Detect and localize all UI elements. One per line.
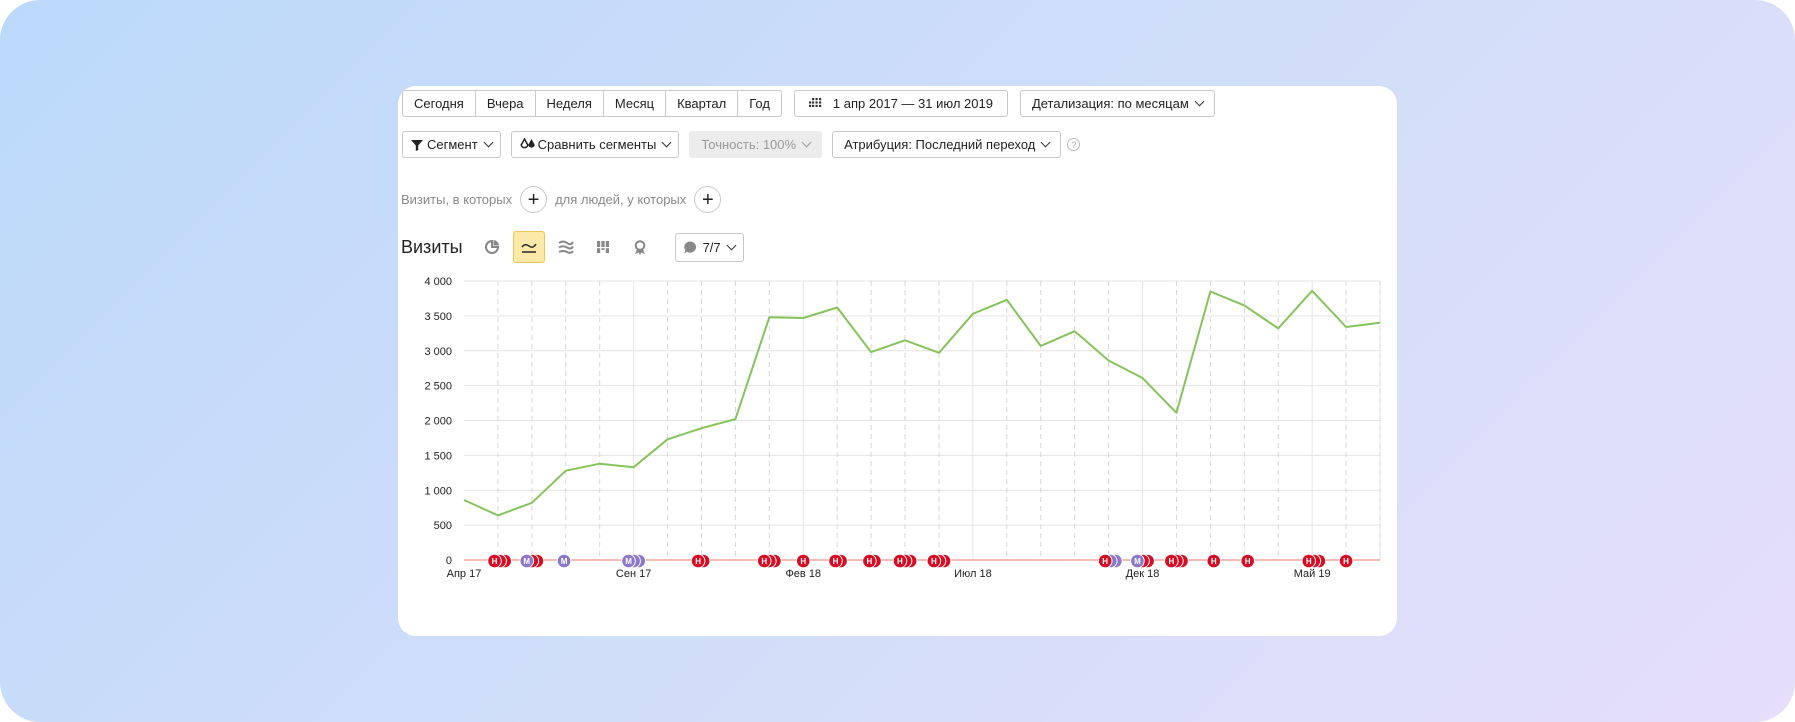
- x-tick-label: Сен 17: [616, 568, 651, 580]
- comment-icon: [683, 240, 696, 253]
- period-today-button[interactable]: Сегодня: [402, 90, 476, 117]
- notes-count: 7/7: [702, 239, 721, 255]
- period-month-button[interactable]: Месяц: [603, 90, 667, 117]
- background-frame: Сегодня Вчера Неделя Месяц Квартал Год 1…: [0, 0, 1795, 722]
- y-tick-label: 2 500: [424, 381, 452, 393]
- attribution-label: Атрибуция: Последний переход: [844, 137, 1036, 152]
- compare-segments-label: Сравнить сегменты: [537, 137, 657, 152]
- y-tick-label: 500: [434, 520, 452, 532]
- x-tick-label: Дек 18: [1126, 568, 1160, 580]
- note-marker-label: Н: [1306, 557, 1312, 566]
- calendar-icon: [808, 97, 822, 107]
- line-chart-icon: [520, 243, 537, 253]
- report-header: Визиты 7/7: [401, 231, 744, 263]
- y-tick-label: 3 500: [424, 311, 452, 323]
- pie-chart-icon: [484, 240, 499, 254]
- report-card: Сегодня Вчера Неделя Месяц Квартал Год 1…: [398, 86, 1397, 636]
- note-marker-label: Н: [761, 557, 767, 566]
- note-marker-label: Н: [1168, 557, 1174, 566]
- note-marker-label: Н: [931, 557, 937, 566]
- chevron-down-icon: [1040, 137, 1051, 148]
- bar-chart-button[interactable]: [587, 231, 619, 263]
- date-range-label: 1 апр 2017 — 31 июл 2019: [832, 96, 993, 111]
- y-tick-label: 2 000: [424, 416, 452, 428]
- period-toolbar: Сегодня Вчера Неделя Месяц Квартал Год 1…: [402, 90, 1215, 117]
- add-people-condition-button[interactable]: +: [694, 186, 722, 213]
- note-marker-label: М: [561, 557, 568, 566]
- chart-type-switcher: [476, 231, 656, 263]
- accuracy-dropdown[interactable]: Точность: 100%: [689, 131, 823, 158]
- y-tick-label: 0: [446, 555, 452, 567]
- compare-segments-icon: [520, 138, 535, 149]
- visits-line-chart: 05001 0001 5002 0002 5003 0003 5004 000 …: [424, 276, 1381, 580]
- map-button[interactable]: [624, 231, 656, 263]
- area-chart-button[interactable]: [550, 231, 582, 263]
- period-week-button[interactable]: Неделя: [535, 90, 604, 117]
- accuracy-label: Точность: 100%: [701, 137, 797, 152]
- chart-grid: [464, 280, 1381, 560]
- x-tick-label: Фев 18: [785, 568, 821, 580]
- note-marker-label: М: [625, 557, 632, 566]
- report-title: Визиты: [401, 236, 463, 257]
- segment-label: Сегмент: [427, 137, 478, 152]
- note-marker-label: Н: [897, 557, 903, 566]
- note-marker-label: Н: [492, 557, 498, 566]
- people-condition-label: для людей, у которых: [555, 192, 687, 207]
- line-chart-button[interactable]: [512, 231, 545, 263]
- chevron-down-icon: [483, 137, 494, 148]
- note-marker-label: М: [1134, 557, 1141, 566]
- chevron-down-icon: [726, 240, 737, 250]
- detail-label: Детализация: по месяцам: [1031, 96, 1189, 111]
- compare-segments-button[interactable]: Сравнить сегменты: [510, 131, 680, 158]
- help-icon[interactable]: ?: [1067, 138, 1081, 151]
- note-marker-label: Н: [1211, 557, 1217, 566]
- notes-dropdown[interactable]: 7/7: [674, 232, 744, 262]
- y-axis: 0 500 1 000 1 500 2 000 2 500 3 000 3 500 4 000: [424, 276, 452, 567]
- segment-toolbar: Сегмент Сравнить сегменты Точность: 100%…: [402, 131, 1081, 158]
- chevron-down-icon: [661, 137, 672, 148]
- bar-chart-icon: [596, 241, 609, 253]
- detail-dropdown[interactable]: Детализация: по месяцам: [1019, 90, 1215, 117]
- pie-chart-button[interactable]: [476, 231, 508, 263]
- note-marker-label: Н: [1102, 557, 1108, 566]
- segment-builder: Визиты, в которых + для людей, у которых…: [401, 186, 722, 213]
- period-yesterday-button[interactable]: Вчера: [475, 90, 536, 117]
- period-year-button[interactable]: Год: [738, 90, 782, 117]
- area-chart-icon: [557, 240, 574, 254]
- y-tick-label: 4 000: [424, 276, 452, 288]
- x-axis: Апр 17 Сен 17 Фев 18 Июл 18 Дек 18 Май 19: [447, 568, 1331, 580]
- note-marker-label: Н: [833, 557, 839, 566]
- chart-series: [463, 289, 1381, 517]
- note-marker-label: Н: [695, 557, 701, 566]
- note-marker-label: Н: [1343, 557, 1349, 566]
- y-tick-label: 1 000: [424, 485, 452, 497]
- x-tick-label: Май 19: [1294, 568, 1331, 580]
- note-marker-label: Н: [800, 557, 806, 566]
- visits-condition-label: Визиты, в которых: [401, 192, 513, 207]
- x-tick-label: Апр 17: [447, 568, 482, 580]
- note-marker-label: Н: [867, 557, 873, 566]
- chart-notes: НННННМННННННННМММН: [487, 553, 1354, 569]
- period-button-group: Сегодня Вчера Неделя Месяц Квартал Год: [402, 90, 782, 117]
- chevron-down-icon: [1194, 96, 1205, 107]
- attribution-dropdown[interactable]: Атрибуция: Последний переход: [832, 131, 1062, 158]
- map-icon: [634, 239, 645, 255]
- chevron-down-icon: [801, 137, 812, 148]
- segment-button[interactable]: Сегмент: [402, 131, 501, 158]
- period-quarter-button[interactable]: Квартал: [666, 90, 739, 117]
- y-tick-label: 3 000: [424, 346, 452, 358]
- add-visit-condition-button[interactable]: +: [520, 186, 548, 213]
- visits-series-line: [463, 289, 1381, 517]
- filter-icon: [411, 139, 423, 151]
- note-marker-label: Н: [1245, 557, 1251, 566]
- note-marker-label: М: [523, 557, 530, 566]
- date-range-button[interactable]: 1 апр 2017 — 31 июл 2019: [793, 90, 1008, 117]
- y-tick-label: 1 500: [424, 450, 452, 462]
- x-tick-label: Июл 18: [954, 568, 992, 580]
